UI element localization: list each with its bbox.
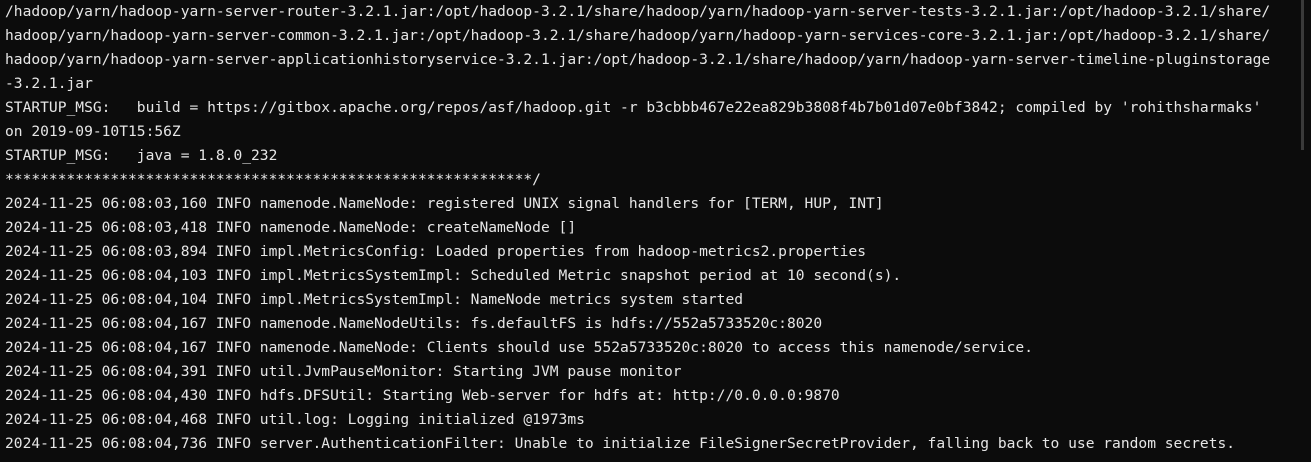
- terminal-line: 2024-11-25 06:08:04,736 INFO server.Auth…: [5, 435, 1236, 452]
- terminal-line: 2024-11-25 06:08:04,430 INFO hdfs.DFSUti…: [5, 387, 840, 404]
- terminal-line: STARTUP_MSG: java = 1.8.0_232: [5, 147, 278, 164]
- terminal-line: 2024-11-25 06:08:04,103 INFO impl.Metric…: [5, 267, 902, 284]
- terminal-line: 2024-11-25 06:08:04,391 INFO util.JvmPau…: [5, 363, 682, 380]
- terminal-line: /hadoop/yarn/hadoop-yarn-server-router-3…: [5, 3, 1271, 20]
- vertical-scrollbar[interactable]: [1301, 0, 1311, 462]
- terminal-line: 2024-11-25 06:08:04,167 INFO namenode.Na…: [5, 339, 1033, 356]
- terminal-line: 2024-11-25 06:08:03,418 INFO namenode.Na…: [5, 219, 577, 236]
- terminal-line: 2024-11-25 06:08:04,104 INFO impl.Metric…: [5, 291, 744, 308]
- terminal-line: ****************************************…: [5, 171, 541, 188]
- terminal-line: 2024-11-25 06:08:03,894 INFO impl.Metric…: [5, 243, 867, 260]
- terminal-line: hadoop/yarn/hadoop-yarn-server-common-3.…: [5, 27, 1271, 44]
- terminal-line: -3.2.1.jar: [5, 75, 93, 92]
- terminal-window[interactable]: /hadoop/yarn/hadoop-yarn-server-router-3…: [0, 0, 1311, 462]
- terminal-line: 2024-11-25 06:08:03,160 INFO namenode.Na…: [5, 195, 884, 212]
- terminal-line: STARTUP_MSG: build = https://gitbox.apac…: [5, 99, 1262, 116]
- terminal-output: /hadoop/yarn/hadoop-yarn-server-router-3…: [5, 0, 1301, 456]
- terminal-line: 2024-11-25 06:08:04,468 INFO util.log: L…: [5, 411, 585, 428]
- terminal-line: hadoop/yarn/hadoop-yarn-server-applicati…: [5, 51, 1271, 68]
- terminal-line: on 2019-09-10T15:56Z: [5, 123, 181, 140]
- scrollbar-thumb[interactable]: [1301, 0, 1311, 150]
- terminal-line: 2024-11-25 06:08:04,167 INFO namenode.Na…: [5, 315, 823, 332]
